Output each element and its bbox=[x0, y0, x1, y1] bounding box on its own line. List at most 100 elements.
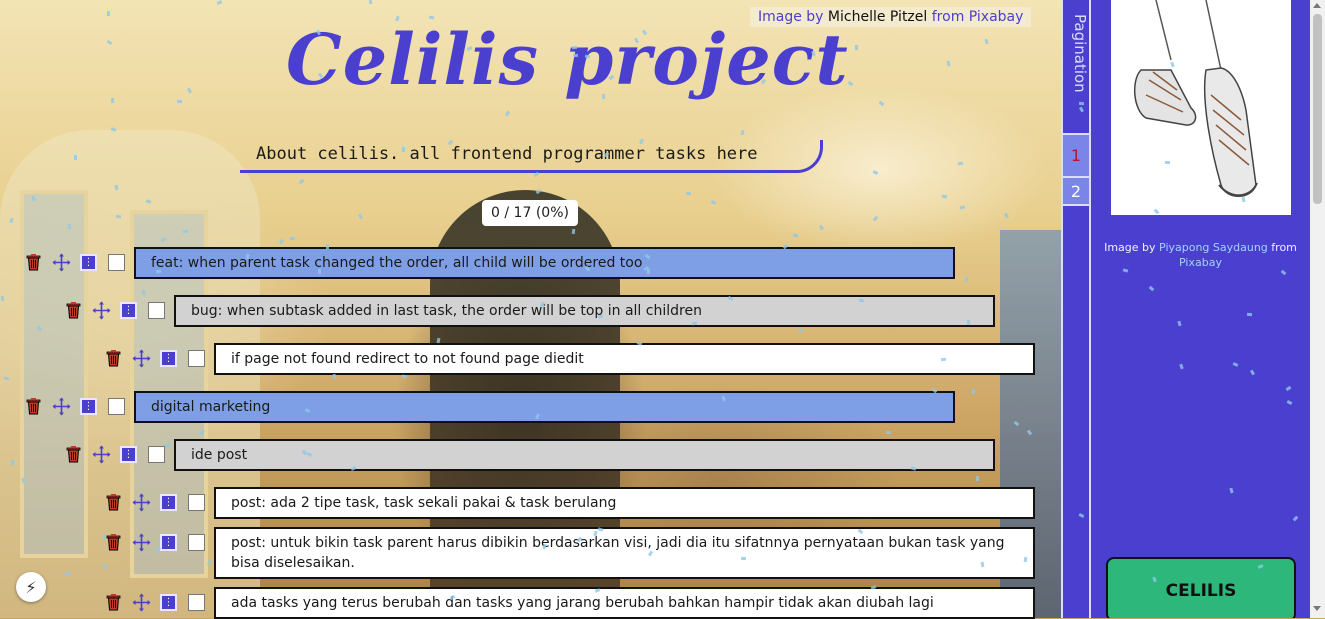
sneaker-illustration bbox=[1111, 0, 1291, 215]
confetti-piece bbox=[73, 154, 78, 161]
confetti-piece bbox=[10, 459, 15, 466]
task-label[interactable]: post: untuk bikin task parent harus dibi… bbox=[214, 527, 1035, 579]
confetti-piece bbox=[289, 236, 296, 241]
move-icon[interactable] bbox=[92, 445, 111, 464]
move-icon[interactable] bbox=[52, 253, 71, 272]
kebab-menu-icon[interactable]: ⋮ bbox=[160, 534, 177, 551]
confetti-piece bbox=[885, 430, 892, 435]
confetti-piece bbox=[0, 295, 5, 302]
confetti-piece bbox=[572, 53, 579, 58]
celilis-button[interactable]: CELILIS bbox=[1106, 557, 1296, 618]
sidebar-credit-source: from bbox=[1271, 241, 1297, 254]
confetti-piece bbox=[854, 44, 859, 51]
task-label[interactable]: ide post bbox=[174, 439, 995, 471]
confetti-piece bbox=[1078, 101, 1085, 106]
credit-source-link[interactable]: from Pixabay bbox=[932, 9, 1024, 25]
kebab-menu-icon[interactable]: ⋮ bbox=[160, 594, 177, 611]
sidebar-credit-prefix: Image by bbox=[1104, 241, 1156, 254]
move-icon[interactable] bbox=[132, 349, 151, 368]
sidebar-image-credit: Image by Piyapong Saydaung from Pixabay bbox=[1091, 240, 1310, 270]
trash-icon[interactable] bbox=[26, 254, 41, 271]
progress-badge: 0 / 17 (0%) bbox=[482, 200, 578, 226]
task-row: ⋮ feat: when parent task changed the orde… bbox=[0, 247, 1061, 279]
task-label[interactable]: feat: when parent task changed the order… bbox=[134, 247, 955, 279]
task-label[interactable]: ada tasks yang terus berubah dan tasks y… bbox=[214, 587, 1035, 619]
confetti-piece bbox=[946, 60, 951, 67]
task-checkbox[interactable] bbox=[148, 302, 165, 319]
confetti-piece bbox=[740, 556, 747, 561]
scroll-up-arrow[interactable] bbox=[1313, 3, 1321, 8]
trash-icon[interactable] bbox=[106, 534, 121, 551]
task-label[interactable]: if page not found redirect to not found … bbox=[214, 343, 1035, 375]
trash-icon[interactable] bbox=[26, 398, 41, 415]
confetti-piece bbox=[177, 100, 182, 103]
task-row: ⋮ digital marketing bbox=[0, 391, 1061, 423]
task-label[interactable]: digital marketing bbox=[134, 391, 955, 423]
task-label[interactable]: post: ada 2 tipe task, task sekali pakai… bbox=[214, 487, 1035, 519]
confetti-piece bbox=[584, 54, 591, 59]
task-checkbox[interactable] bbox=[108, 254, 125, 271]
task-checkbox[interactable] bbox=[108, 398, 125, 415]
confetti-piece bbox=[1164, 160, 1171, 165]
sidebar: Image by Piyapong Saydaung from Pixabay … bbox=[1091, 0, 1310, 618]
kebab-menu-icon[interactable]: ⋮ bbox=[80, 254, 97, 271]
confetti-piece bbox=[428, 15, 435, 20]
confetti-piece bbox=[797, 328, 804, 333]
lightning-icon: ⚡ bbox=[25, 577, 37, 597]
trash-icon[interactable] bbox=[106, 350, 121, 367]
confetti-piece bbox=[940, 357, 947, 362]
kebab-menu-icon[interactable]: ⋮ bbox=[120, 302, 137, 319]
confetti-piece bbox=[67, 223, 72, 230]
confetti-piece bbox=[368, 0, 373, 5]
kebab-menu-icon[interactable]: ⋮ bbox=[160, 350, 177, 367]
confetti-piece bbox=[401, 146, 406, 153]
trash-icon[interactable] bbox=[66, 446, 81, 463]
kebab-menu-icon[interactable]: ⋮ bbox=[160, 494, 177, 511]
confetti-piece bbox=[325, 243, 330, 250]
kebab-menu-icon[interactable]: ⋮ bbox=[120, 446, 137, 463]
confetti-piece bbox=[571, 228, 576, 235]
kebab-menu-icon[interactable]: ⋮ bbox=[80, 398, 97, 415]
trash-icon[interactable] bbox=[66, 302, 81, 319]
task-row: ⋮ post: ada 2 tipe task, task sekali paka… bbox=[0, 487, 1061, 519]
task-checkbox[interactable] bbox=[188, 594, 205, 611]
confetti-piece bbox=[1246, 312, 1253, 317]
scrollbar-thumb[interactable] bbox=[1313, 14, 1322, 204]
task-row: ⋮ ide post bbox=[0, 439, 1061, 471]
page-title: Celilis project bbox=[286, 18, 849, 101]
task-row: ⋮ ada tasks yang terus berubah dan tasks … bbox=[0, 587, 1061, 619]
task-row: ⋮ bug: when subtask added in last task, t… bbox=[0, 295, 1061, 327]
confetti-piece bbox=[571, 45, 578, 50]
task-checkbox[interactable] bbox=[188, 534, 205, 551]
confetti-piece bbox=[64, 571, 71, 576]
trash-icon[interactable] bbox=[106, 494, 121, 511]
page-subtitle: About celilis. all frontend programmer t… bbox=[256, 144, 758, 164]
confetti-piece bbox=[106, 10, 111, 17]
task-checkbox[interactable] bbox=[148, 446, 165, 463]
move-icon[interactable] bbox=[132, 493, 151, 512]
task-label[interactable]: bug: when subtask added in last task, th… bbox=[174, 295, 995, 327]
move-icon[interactable] bbox=[132, 533, 151, 552]
sidebar-credit-site-link[interactable]: Pixabay bbox=[1179, 256, 1222, 269]
confetti-piece bbox=[941, 194, 948, 199]
quick-action-button[interactable]: ⚡ bbox=[16, 572, 46, 602]
sidebar-credit-author-link[interactable]: Piyapong Saydaung bbox=[1159, 241, 1268, 254]
task-row: ⋮ if page not found redirect to not found… bbox=[0, 343, 1061, 375]
move-icon[interactable] bbox=[132, 593, 151, 612]
confetti-piece bbox=[601, 93, 606, 100]
scroll-down-arrow[interactable] bbox=[1313, 606, 1321, 611]
pagination-page-2[interactable]: 2 bbox=[1063, 178, 1089, 206]
confetti-piece bbox=[685, 191, 692, 196]
confetti-piece bbox=[976, 476, 979, 481]
confetti-piece bbox=[317, 268, 322, 275]
confetti-piece bbox=[110, 97, 115, 104]
task-row: ⋮ post: untuk bikin task parent harus dib… bbox=[0, 527, 1061, 579]
trash-icon[interactable] bbox=[106, 594, 121, 611]
move-icon[interactable] bbox=[92, 301, 111, 320]
pagination-page-1[interactable]: 1 bbox=[1063, 133, 1089, 178]
task-checkbox[interactable] bbox=[188, 494, 205, 511]
move-icon[interactable] bbox=[52, 397, 71, 416]
pagination-label: Pagination bbox=[1071, 14, 1089, 93]
task-checkbox[interactable] bbox=[188, 350, 205, 367]
confetti-piece bbox=[966, 319, 971, 326]
